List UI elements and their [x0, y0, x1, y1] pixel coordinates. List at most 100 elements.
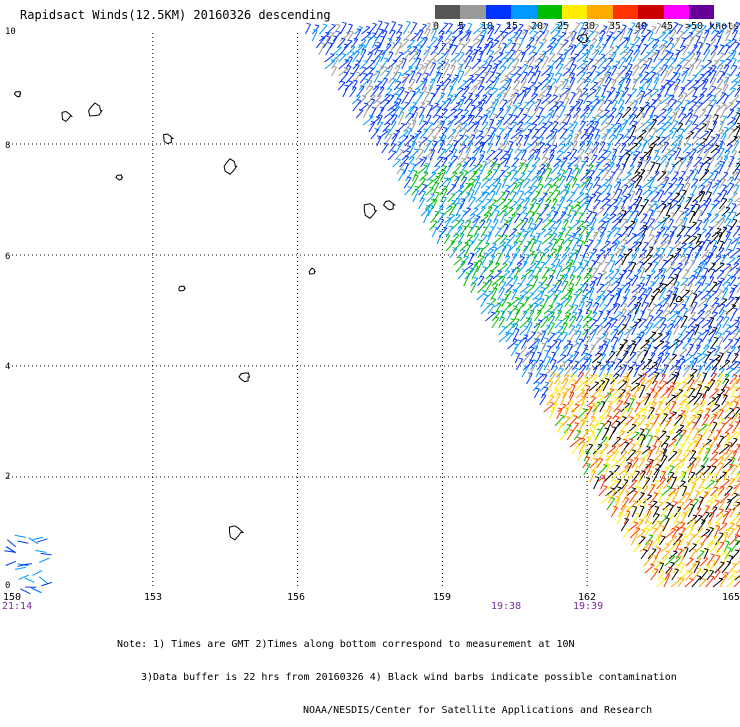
wind-barb-feather — [689, 247, 693, 248]
wind-barb-feather — [562, 228, 566, 229]
wind-barb-feather — [413, 107, 417, 108]
wind-barb-feather — [459, 31, 463, 32]
wind-barb-feather — [536, 382, 540, 383]
wind-barb-feather — [492, 243, 496, 244]
wind-barb — [439, 228, 447, 237]
wind-barb-feather — [701, 66, 705, 67]
wind-barb-feather — [661, 248, 665, 249]
wind-barb-feather — [723, 25, 727, 26]
wind-barb-feather — [569, 253, 573, 254]
wind-barb-feather — [570, 283, 574, 284]
wind-barb-feather — [610, 254, 614, 255]
wind-barb-feather — [395, 94, 399, 95]
wind-barb-feather — [485, 178, 489, 179]
wind-barb-feather — [384, 67, 388, 68]
wind-barb — [523, 298, 529, 307]
wind-barb-feather — [575, 352, 579, 353]
wind-barb — [474, 202, 483, 209]
wind-barb-feather — [554, 366, 558, 367]
wind-barb — [667, 284, 675, 293]
wind-barb-feather — [341, 38, 345, 39]
wind-barb-feather — [336, 31, 340, 32]
wind-barb — [512, 159, 519, 167]
wind-barb — [472, 51, 478, 63]
wind-barb — [441, 190, 447, 202]
wind-barb-feather — [603, 85, 607, 86]
wind-barb-feather — [710, 179, 714, 180]
wind-barb-feather — [729, 199, 733, 200]
wind-barb-feather — [470, 189, 474, 190]
wind-barb-feather — [545, 267, 549, 268]
wind-barb — [506, 286, 513, 293]
wind-barb — [499, 333, 510, 342]
wind-barb — [727, 110, 734, 118]
wind-barb-feather — [680, 129, 684, 130]
wind-barb — [325, 61, 335, 69]
wind-barb-feather — [668, 331, 672, 332]
wind-barb-feather — [717, 256, 721, 257]
wind-barb-feather — [620, 100, 624, 101]
wind-barb-feather — [336, 24, 340, 25]
wind-barb — [430, 73, 440, 83]
wind-barb-feather — [460, 44, 464, 45]
wind-barb-feather — [638, 74, 642, 75]
wind-barb-feather — [661, 397, 665, 398]
wind-barb — [684, 297, 690, 307]
wind-barb-feather — [666, 80, 670, 81]
wind-barb-feather — [520, 303, 524, 304]
wind-barb-feather — [568, 240, 572, 241]
wind-barb-feather — [690, 37, 694, 38]
wind-barb-feather — [606, 361, 610, 362]
wind-barb-feather — [470, 184, 474, 185]
wind-barb-feather — [458, 203, 462, 204]
wind-barb-feather — [697, 144, 701, 145]
wind-barb-feather — [551, 333, 555, 334]
wind-barb-feather — [720, 317, 724, 318]
wind-barb-feather — [709, 145, 713, 146]
wind-barb-feather — [569, 355, 573, 356]
wind-barb-feather — [632, 362, 636, 363]
wind-barb-feather — [604, 331, 608, 332]
wind-barb-feather — [443, 189, 447, 190]
wind-barb-feather — [423, 121, 427, 122]
wind-barb-feather — [609, 54, 613, 55]
wind-barb — [733, 227, 740, 237]
wind-barb-feather — [509, 285, 513, 286]
wind-barb — [687, 381, 694, 392]
wind-barb-feather — [605, 213, 609, 214]
wind-barb-feather — [536, 213, 540, 214]
wind-barb-feather — [706, 295, 710, 296]
wind-barb-feather — [323, 24, 327, 25]
wind-barb-feather — [719, 157, 723, 158]
wind-barb-feather — [565, 24, 569, 25]
wind-barb-feather — [538, 176, 542, 177]
wind-barb-feather — [355, 51, 359, 52]
wind-barb-feather — [689, 157, 693, 158]
wind-barb-feather — [522, 90, 526, 91]
wind-barb-feather — [727, 74, 731, 75]
wind-barb-feather — [657, 387, 661, 388]
wind-barb-feather — [564, 281, 568, 282]
wind-barb-feather — [730, 297, 734, 298]
wind-barb-feather — [590, 288, 594, 289]
wind-barb-feather — [515, 90, 519, 91]
wind-barb — [540, 395, 546, 405]
wind-barb-feather — [685, 208, 689, 209]
wind-barb-feather — [716, 360, 720, 361]
wind-barb-feather — [633, 79, 637, 80]
wind-barb-feather — [600, 395, 604, 396]
wind-barb-feather — [606, 164, 610, 165]
wind-barb-feather — [681, 38, 685, 39]
wind-barb — [570, 150, 577, 160]
wind-barb-feather — [615, 397, 619, 398]
wind-barb-feather — [536, 233, 540, 234]
wind-barb-feather — [332, 24, 336, 25]
wind-barb-feather — [584, 261, 588, 262]
wind-barb-feather — [469, 241, 473, 242]
wind-barb — [646, 317, 654, 329]
wind-barb-feather — [503, 176, 507, 177]
wind-barb-feather — [695, 31, 699, 32]
wind-barb — [389, 44, 396, 55]
wind-barb-feather — [645, 303, 649, 304]
wind-barb-feather — [723, 299, 727, 300]
